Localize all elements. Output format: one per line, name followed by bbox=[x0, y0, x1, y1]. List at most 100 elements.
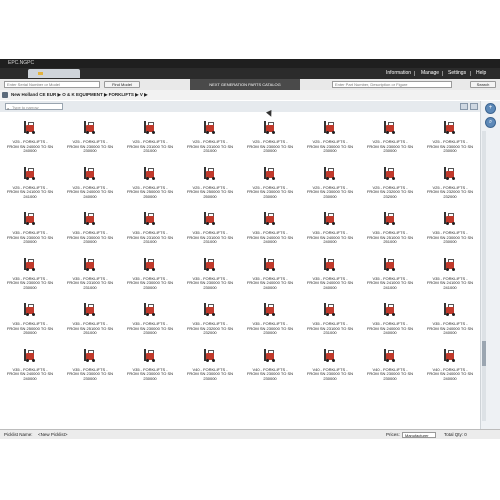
figure-item[interactable]: V25 - FORKLIFTS - FROM SN 240000 TO SN 2… bbox=[0, 114, 60, 159]
clear-filter-button[interactable] bbox=[470, 103, 478, 110]
figure-item[interactable]: V35 - FORKLIFTS - FROM SN 230000 TO SN 2… bbox=[120, 251, 180, 296]
figure-caption: V25 - FORKLIFTS - FROM SN 230000 TO SN 2… bbox=[246, 139, 294, 154]
figure-item[interactable]: V35 - FORKLIFTS - FROM SN 241000 TO SN 2… bbox=[360, 251, 420, 296]
figure-item[interactable]: V40 - FORKLIFTS - FROM SN 230000 TO SN 2… bbox=[180, 342, 240, 387]
figure-caption: V40 - FORKLIFTS - FROM SN 230000 TO SN 2… bbox=[246, 366, 294, 381]
forklift-icon bbox=[324, 212, 336, 225]
figure-item[interactable]: V25 - FORKLIFTS - FROM SN 230000 TO SN 2… bbox=[240, 114, 300, 159]
figure-item[interactable]: V35 - FORKLIFTS - FROM SN 240000 TO SN 2… bbox=[300, 205, 360, 250]
figure-item[interactable]: V35 - FORKLIFTS - FROM SN 240000 TO SN 2… bbox=[420, 296, 480, 341]
figure-item[interactable]: V25 - FORKLIFTS - FROM SN 230000 TO SN 2… bbox=[420, 114, 480, 159]
menu-settings[interactable]: Settings bbox=[448, 68, 466, 79]
figure-item[interactable]: V25 - FORKLIFTS - FROM SN 231000 TO SN 2… bbox=[180, 114, 240, 159]
find-model-button[interactable]: Find Model bbox=[104, 81, 140, 88]
menu-separator bbox=[414, 71, 415, 76]
forklift-icon bbox=[384, 166, 396, 180]
figure-caption: V35 - FORKLIFTS - FROM SN 240000 TO SN 2… bbox=[246, 230, 294, 245]
figure-item[interactable]: V35 - FORKLIFTS - FROM SN 230000 TO SN 2… bbox=[180, 251, 240, 296]
figure-caption: V35 - FORKLIFTS - FROM SN 230000 TO SN 2… bbox=[186, 275, 234, 290]
figure-item[interactable]: V35 - FORKLIFTS - FROM SN 230000 TO SN 2… bbox=[120, 296, 180, 341]
figure-item[interactable]: V35 - FORKLIFTS - FROM SN 241000 TO SN 2… bbox=[420, 251, 480, 296]
figure-caption: V40 - FORKLIFTS - FROM SN 230000 TO SN 2… bbox=[306, 366, 354, 381]
figure-item[interactable]: V35 - FORKLIFTS - FROM SN 231000 TO SN 2… bbox=[180, 205, 240, 250]
figure-item[interactable]: V25 - FORKLIFTS - FROM SN 230000 TO SN 2… bbox=[300, 160, 360, 205]
figure-item[interactable]: V25 - FORKLIFTS - FROM SN 240000 TO SN 2… bbox=[60, 160, 120, 205]
breadcrumb-path[interactable]: New Holland CE EUR ▶ O & K EQUIPMENT ▶ F… bbox=[11, 90, 148, 100]
figure-item[interactable]: V35 - FORKLIFTS - FROM SN 240000 TO SN 2… bbox=[240, 205, 300, 250]
forklift-icon bbox=[384, 348, 396, 362]
figure-item[interactable]: V25 - FORKLIFTS - FROM SN 250000 TO SN 2… bbox=[120, 160, 180, 205]
forklift-icon bbox=[24, 303, 36, 316]
forklift-icon bbox=[444, 348, 456, 362]
home-icon[interactable] bbox=[2, 92, 8, 98]
figure-caption: V35 - FORKLIFTS - FROM SN 240000 TO SN 2… bbox=[246, 275, 294, 290]
prices-select[interactable]: Manufacturer bbox=[402, 432, 436, 438]
menu-information[interactable]: Information bbox=[386, 68, 411, 79]
figure-item[interactable]: V40 - FORKLIFTS - FROM SN 240000 TO SN 2… bbox=[420, 342, 480, 387]
figure-item[interactable]: V40 - FORKLIFTS - FROM SN 230000 TO SN 2… bbox=[240, 342, 300, 387]
forklift-icon bbox=[144, 303, 156, 316]
view-toggle-button[interactable] bbox=[460, 103, 468, 110]
figure-item[interactable]: V40 - FORKLIFTS - FROM SN 230000 TO SN 2… bbox=[360, 342, 420, 387]
figure-item[interactable]: V35 - FORKLIFTS - FROM SN 251000 TO SN 2… bbox=[60, 296, 120, 341]
figure-item[interactable]: V35 - FORKLIFTS - FROM SN 230000 TO SN 2… bbox=[240, 296, 300, 341]
figure-caption: V25 - FORKLIFTS - FROM SN 232000 TO SN 2… bbox=[426, 184, 474, 199]
figure-item[interactable]: V40 - FORKLIFTS - FROM SN 230000 TO SN 2… bbox=[300, 342, 360, 387]
filter-input[interactable]: ⌕ Type to narrow bbox=[5, 103, 63, 111]
figure-item[interactable]: V35 - FORKLIFTS - FROM SN 230000 TO SN 2… bbox=[60, 342, 120, 387]
figure-caption: V35 - FORKLIFTS - FROM SN 241000 TO SN 2… bbox=[426, 275, 474, 290]
figure-caption: V25 - FORKLIFTS - FROM SN 230000 TO SN 2… bbox=[306, 139, 354, 154]
figure-item[interactable]: V25 - FORKLIFTS - FROM SN 230000 TO SN 2… bbox=[240, 160, 300, 205]
figure-caption: V35 - FORKLIFTS - FROM SN 240000 TO SN 2… bbox=[6, 366, 54, 381]
figure-item[interactable]: V35 - FORKLIFTS - FROM SN 230000 TO SN 2… bbox=[0, 205, 60, 250]
figure-item[interactable]: V25 - FORKLIFTS - FROM SN 230000 TO SN 2… bbox=[60, 114, 120, 159]
figure-item[interactable]: V35 - FORKLIFTS - FROM SN 231000 TO SN 2… bbox=[60, 251, 120, 296]
figure-item[interactable]: V35 - FORKLIFTS - FROM SN 230000 TO SN 2… bbox=[60, 205, 120, 250]
figure-item[interactable]: V25 - FORKLIFTS - FROM SN 231000 TO SN 2… bbox=[120, 114, 180, 159]
figure-caption: V35 - FORKLIFTS - FROM SN 230000 TO SN 2… bbox=[246, 321, 294, 336]
forklift-icon bbox=[324, 348, 336, 362]
zoom-icon[interactable]: ⌕ bbox=[485, 117, 496, 128]
title-bar: EPC.NGPC bbox=[0, 59, 500, 68]
forklift-icon bbox=[444, 121, 456, 134]
figure-caption: V35 - FORKLIFTS - FROM SN 230000 TO SN 2… bbox=[6, 230, 54, 245]
part-search-input[interactable] bbox=[332, 81, 452, 88]
picklist-value[interactable]: <New Picklist> bbox=[38, 430, 68, 439]
application-window: EPC.NGPC Information Manage Settings Hel… bbox=[0, 59, 500, 439]
figure-item[interactable]: V35 - FORKLIFTS - FROM SN 232000 TO SN 2… bbox=[180, 296, 240, 341]
figure-item[interactable]: V35 - FORKLIFTS - FROM SN 230000 TO SN 2… bbox=[0, 251, 60, 296]
menu-help[interactable]: Help bbox=[476, 68, 486, 79]
forklift-icon bbox=[324, 257, 336, 271]
figure-caption: V25 - FORKLIFTS - FROM SN 232000 TO SN 2… bbox=[366, 184, 414, 199]
figure-item[interactable]: V35 - FORKLIFTS - FROM SN 230000 TO SN 2… bbox=[120, 342, 180, 387]
forklift-icon bbox=[84, 212, 96, 225]
figure-item[interactable]: V25 - FORKLIFTS - FROM SN 241000 TO SN 2… bbox=[0, 160, 60, 205]
figure-item[interactable]: V35 - FORKLIFTS - FROM SN 231000 TO SN 2… bbox=[300, 296, 360, 341]
menu-manage[interactable]: Manage bbox=[421, 68, 439, 79]
figure-item[interactable]: V35 - FORKLIFTS - FROM SN 240000 TO SN 2… bbox=[0, 342, 60, 387]
forklift-icon bbox=[144, 348, 156, 362]
figure-item[interactable]: V25 - FORKLIFTS - FROM SN 250000 TO SN 2… bbox=[180, 160, 240, 205]
figure-caption: V25 - FORKLIFTS - FROM SN 240000 TO SN 2… bbox=[6, 139, 54, 154]
figure-caption: V25 - FORKLIFTS - FROM SN 230000 TO SN 2… bbox=[246, 184, 294, 199]
figure-item[interactable]: V35 - FORKLIFTS - FROM SN 251000 TO SN 2… bbox=[360, 205, 420, 250]
add-icon[interactable]: + bbox=[485, 103, 496, 114]
figure-item[interactable]: V35 - FORKLIFTS - FROM SN 240000 TO SN 2… bbox=[240, 251, 300, 296]
figure-item[interactable]: V35 - FORKLIFTS - FROM SN 230000 TO SN 2… bbox=[420, 205, 480, 250]
scrollbar-thumb[interactable] bbox=[482, 341, 486, 366]
figure-item[interactable]: V25 - FORKLIFTS - FROM SN 230000 TO SN 2… bbox=[360, 114, 420, 159]
search-button[interactable]: Search bbox=[470, 81, 496, 88]
figure-item[interactable]: V25 - FORKLIFTS - FROM SN 232000 TO SN 2… bbox=[420, 160, 480, 205]
forklift-icon bbox=[384, 257, 396, 271]
vertical-scrollbar[interactable] bbox=[482, 131, 486, 421]
figure-item[interactable]: V35 - FORKLIFTS - FROM SN 240000 TO SN 2… bbox=[300, 251, 360, 296]
figure-caption: V25 - FORKLIFTS - FROM SN 231000 TO SN 2… bbox=[126, 139, 174, 154]
figure-item[interactable]: V35 - FORKLIFTS - FROM SN 231000 TO SN 2… bbox=[120, 205, 180, 250]
folder-tab[interactable] bbox=[28, 69, 80, 78]
figure-item[interactable]: V35 - FORKLIFTS - FROM SN 250000 TO SN 2… bbox=[0, 296, 60, 341]
figure-item[interactable]: V35 - FORKLIFTS - FROM SN 240000 TO SN 2… bbox=[360, 296, 420, 341]
figure-item[interactable]: V25 - FORKLIFTS - FROM SN 232000 TO SN 2… bbox=[360, 160, 420, 205]
figure-item[interactable]: V25 - FORKLIFTS - FROM SN 230000 TO SN 2… bbox=[300, 114, 360, 159]
figure-caption: V25 - FORKLIFTS - FROM SN 231000 TO SN 2… bbox=[186, 139, 234, 154]
serial-number-input[interactable] bbox=[4, 81, 100, 88]
